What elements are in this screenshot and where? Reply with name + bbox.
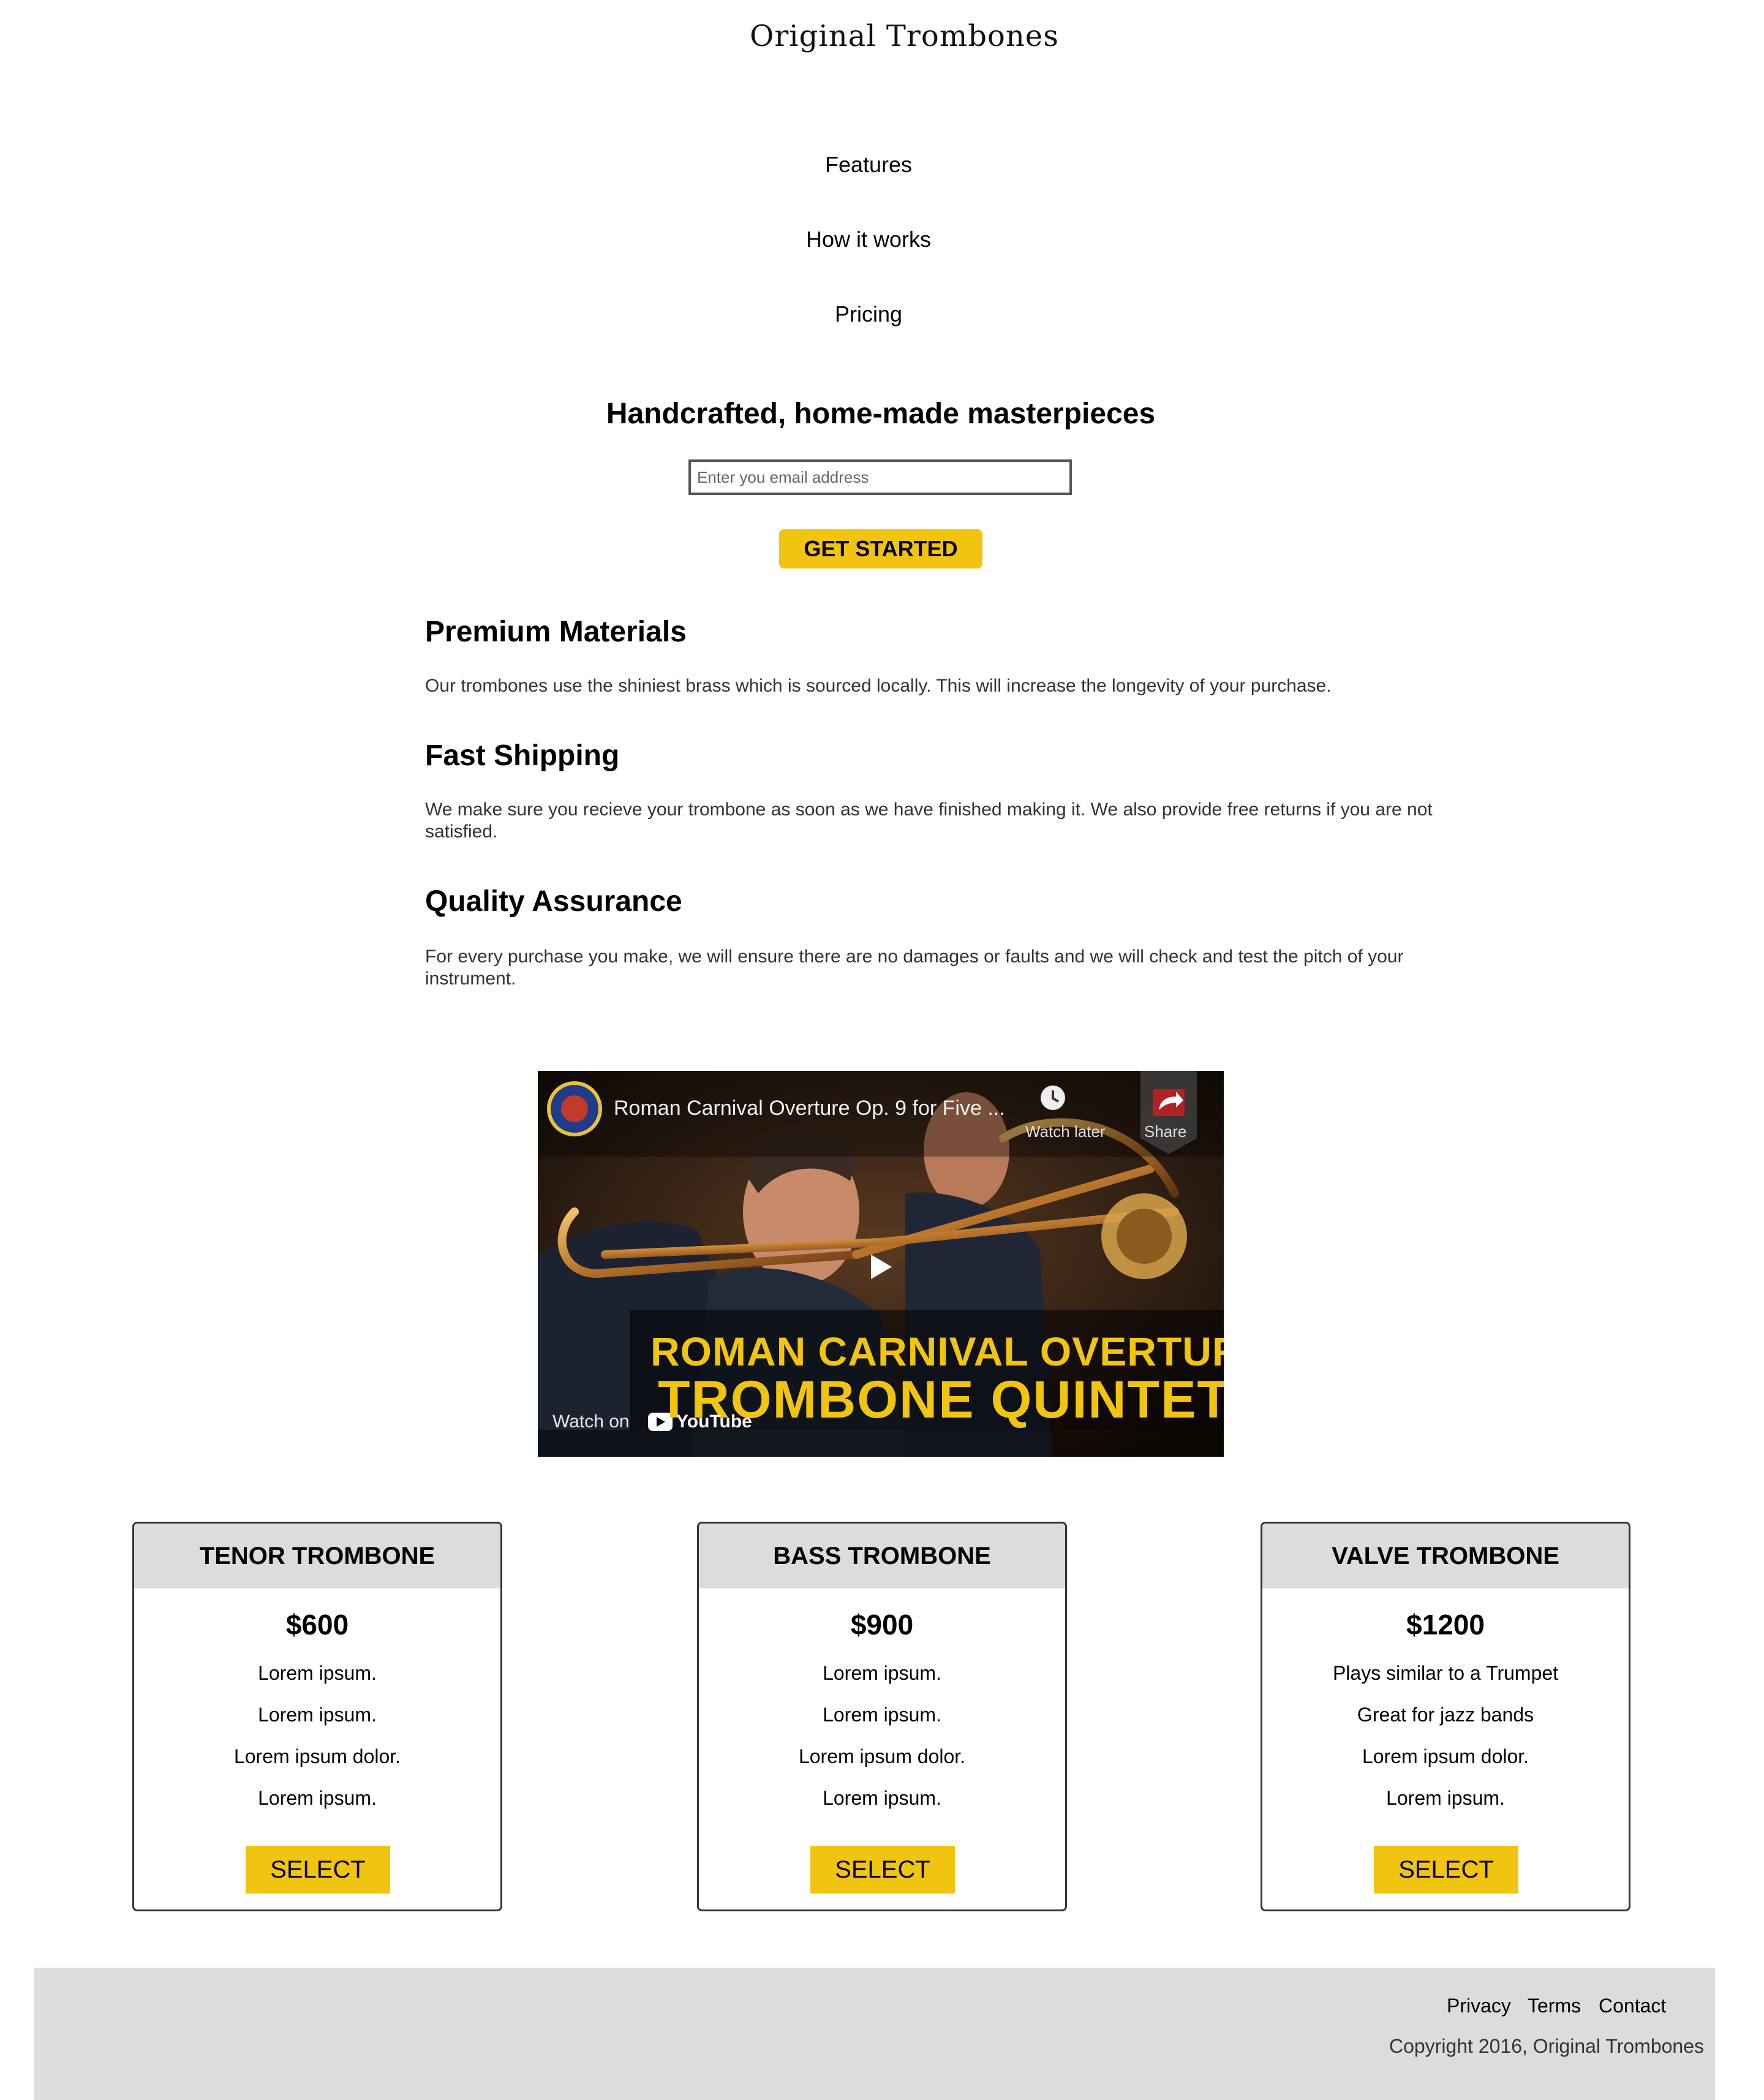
pricing-card-feature: Lorem ipsum. xyxy=(258,1662,377,1684)
pricing-card: TENOR TROMBONE $600 Lorem ipsum. Lorem i… xyxy=(132,1522,502,1911)
pricing-card-feature: Lorem ipsum. xyxy=(823,1704,941,1726)
feature-description: We make sure you recieve your trombone a… xyxy=(425,799,1433,842)
feature-description: Our trombones use the shiniest brass whi… xyxy=(425,676,1332,696)
pricing-card-price: $600 xyxy=(285,1609,349,1641)
watch-on-label[interactable]: Watch on xyxy=(552,1411,630,1432)
youtube-wordmark[interactable]: YouTube xyxy=(676,1411,752,1432)
video-embed[interactable]: Roman Carnival Overture Op. 9 for Five .… xyxy=(538,1071,1224,1457)
pricing-card-feature: Lorem ipsum dolor. xyxy=(233,1745,401,1767)
pricing-card-feature: Lorem ipsum. xyxy=(258,1704,377,1726)
pricing-card-feature: Lorem ipsum. xyxy=(1386,1787,1505,1809)
select-tenor-button[interactable]: SELECT xyxy=(246,1846,390,1894)
pricing-card-title: BASS TROMBONE xyxy=(699,1524,1065,1588)
feature-title: Fast Shipping xyxy=(425,739,620,772)
pricing-card-feature: Lorem ipsum. xyxy=(823,1662,941,1684)
share-icon[interactable] xyxy=(1140,1071,1197,1154)
feature-description: For every purchase you make, we will ens… xyxy=(425,946,1404,989)
pricing-card: BASS TROMBONE $900 Lorem ipsum. Lorem ip… xyxy=(697,1522,1067,1911)
pricing-card-price: $900 xyxy=(850,1609,914,1641)
get-started-button[interactable]: GET STARTED xyxy=(779,529,982,568)
brand-name: Original Trombones xyxy=(750,19,1059,53)
copyright-text: Copyright 2016, Original Trombones xyxy=(1389,2035,1704,2057)
pricing-card-feature: Lorem ipsum dolor. xyxy=(1362,1745,1529,1767)
pricing-card-feature: Lorem ipsum. xyxy=(823,1787,941,1809)
video-overlay-line1: ROMAN CARNIVAL OVERTURE xyxy=(650,1329,1224,1374)
pricing-card: VALVE TROMBONE $1200 Plays similar to a … xyxy=(1261,1522,1630,1911)
pricing-card-feature: Lorem ipsum dolor. xyxy=(798,1745,966,1767)
feature-title: Quality Assurance xyxy=(425,885,682,918)
footer-link-contact[interactable]: Contact xyxy=(1599,1995,1666,2017)
pricing-card-feature: Lorem ipsum. xyxy=(258,1787,377,1809)
nav-pricing[interactable]: Pricing xyxy=(0,301,1737,327)
feature-title: Premium Materials xyxy=(425,616,687,648)
nav-features[interactable]: Features xyxy=(0,152,1737,178)
footer-link-privacy[interactable]: Privacy xyxy=(1447,1995,1511,2017)
brand-logo[interactable]: Original Trombones xyxy=(742,15,1058,58)
nav-how-it-works[interactable]: How it works xyxy=(0,227,1737,252)
hero-title: Handcrafted, home-made masterpieces xyxy=(606,398,1156,430)
select-valve-button[interactable]: SELECT xyxy=(1374,1846,1518,1894)
share-label[interactable]: Share xyxy=(1144,1122,1186,1141)
footer xyxy=(34,1968,1715,2100)
clock-icon[interactable] xyxy=(1025,1084,1080,1115)
pricing-card-feature: Great for jazz bands xyxy=(1357,1704,1534,1726)
pricing-card-title: TENOR TROMBONE xyxy=(134,1524,500,1588)
footer-link-terms[interactable]: Terms xyxy=(1528,1995,1581,2017)
pricing-card-feature: Plays similar to a Trumpet xyxy=(1332,1662,1559,1684)
pricing-card-price: $1200 xyxy=(1406,1609,1485,1641)
email-input[interactable] xyxy=(688,459,1072,495)
play-icon[interactable] xyxy=(861,1248,898,1285)
watch-later-label[interactable]: Watch later xyxy=(1025,1122,1106,1141)
pricing-card-title: VALVE TROMBONE xyxy=(1262,1524,1629,1588)
video-title[interactable]: Roman Carnival Overture Op. 9 for Five .… xyxy=(614,1097,1005,1120)
select-bass-button[interactable]: SELECT xyxy=(810,1846,955,1894)
